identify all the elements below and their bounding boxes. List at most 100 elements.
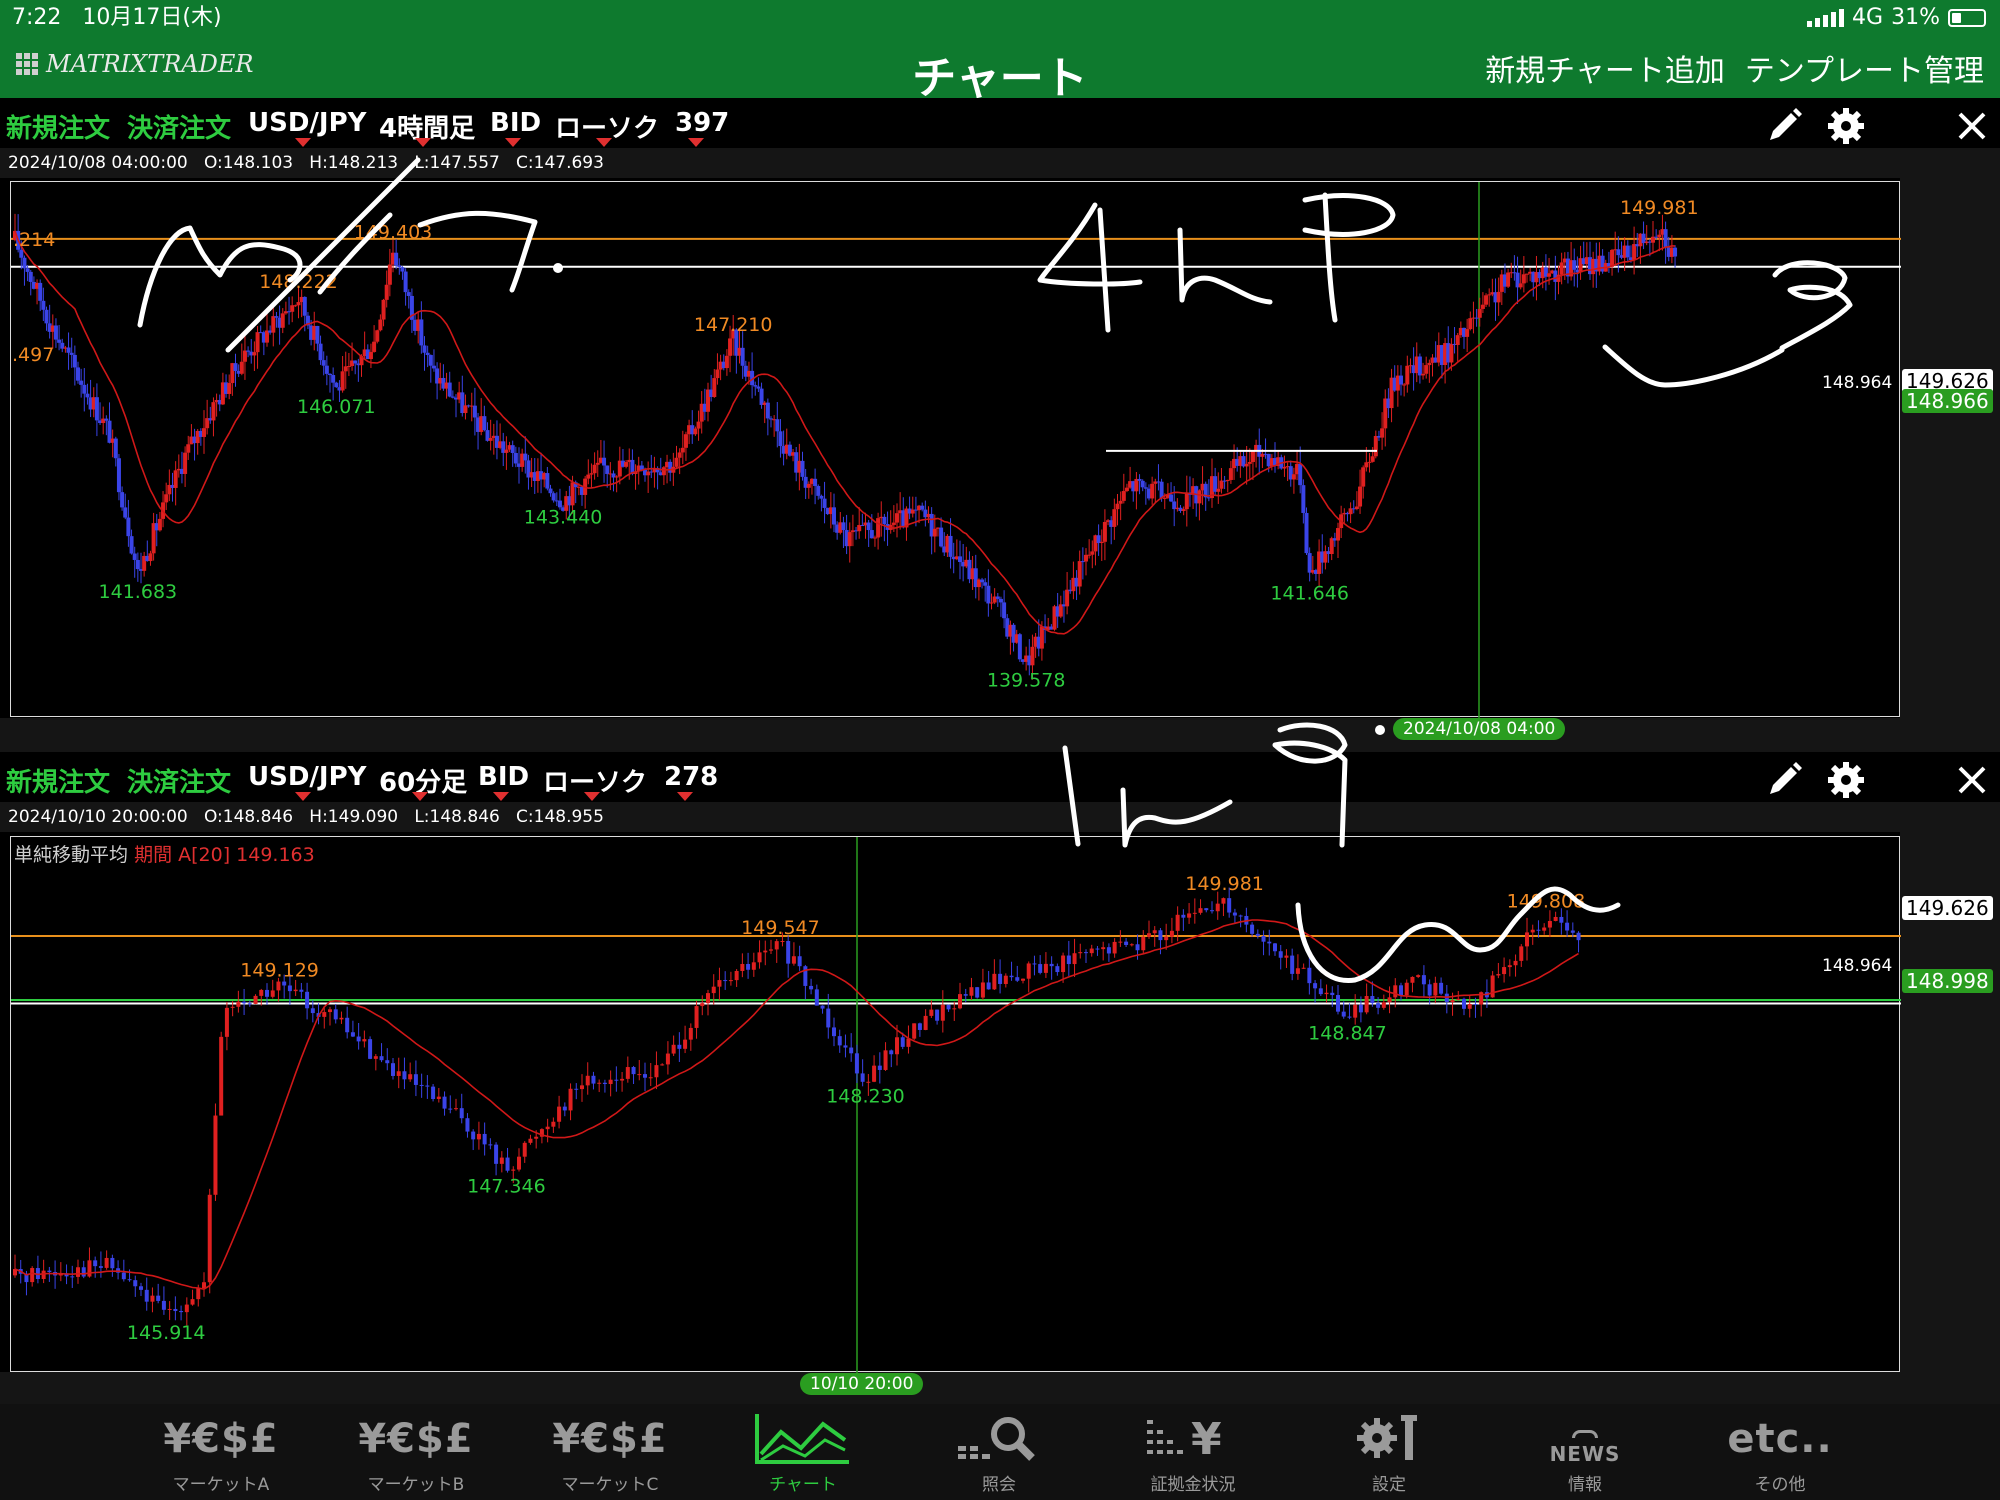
candle-body: [129, 536, 134, 554]
candle-body: [891, 522, 896, 525]
candle-body: [1140, 480, 1145, 488]
candle-body: [482, 416, 487, 431]
price-type-dropdown-icon: [505, 138, 521, 147]
settle-order-button[interactable]: 決済注文: [127, 108, 231, 145]
candle-body: [282, 981, 287, 986]
candle-body: [1570, 930, 1575, 933]
candle-body: [1572, 260, 1577, 270]
candle-body: [1077, 561, 1082, 587]
candle-body: [980, 579, 985, 583]
candle-body: [413, 1074, 418, 1085]
pair-selector[interactable]: USD/JPY: [248, 762, 366, 792]
bar-count-selector[interactable]: 278: [664, 762, 718, 792]
candle-body: [696, 421, 701, 429]
settings-gear-icon[interactable]: [1826, 106, 1866, 146]
bottom-ohlc-info: 2024/10/10 20:00:00 O:148.846 H:149.090 …: [0, 802, 2000, 832]
candle-body: [1301, 485, 1306, 513]
candle-body: [110, 1257, 115, 1269]
candle-body: [1521, 274, 1526, 284]
candle-body: [1273, 943, 1277, 952]
bottom-chart-area[interactable]: 149.129 149.547 149.981 149.808 145.914 147.3…: [10, 836, 1901, 1373]
tab-inquiry[interactable]: 照会: [924, 1410, 1074, 1495]
pair-selector[interactable]: USD/JPY: [248, 108, 366, 138]
candle-body: [148, 553, 153, 562]
tab-margin-status[interactable]: ¥ 証拠金状況: [1118, 1410, 1268, 1495]
candle-body: [1663, 229, 1668, 248]
candle-body: [1632, 244, 1637, 260]
candle-body: [1480, 304, 1485, 309]
candle-body: [1043, 963, 1048, 973]
candle-body: [712, 378, 717, 397]
candle-body: [1232, 912, 1237, 916]
tab-other[interactable]: etc.. その他: [1705, 1410, 1855, 1495]
candle-body: [447, 382, 452, 397]
candle-body: [1238, 915, 1243, 917]
candle-body: [998, 598, 1003, 603]
candle-body: [280, 313, 285, 328]
close-icon[interactable]: [1952, 106, 1992, 146]
bottom-cursor-time-label: 10/10 20:00: [800, 1373, 924, 1395]
candle-body: [1175, 914, 1180, 931]
candle-body: [1336, 528, 1340, 541]
candle-body: [932, 528, 937, 537]
candle-body: [1009, 975, 1014, 978]
low-price-label: 146.071: [297, 396, 376, 418]
candle-body: [387, 264, 392, 285]
candle-body: [958, 556, 962, 562]
candle-body: [1112, 509, 1117, 527]
tab-settings[interactable]: 設定: [1314, 1410, 1464, 1495]
settings-gear-icon[interactable]: [1826, 760, 1866, 800]
tab-market-a[interactable]: ¥€$£ マーケットA: [146, 1410, 296, 1495]
candle-body: [605, 465, 610, 474]
candle-body: [786, 940, 791, 964]
candle-body: [1404, 982, 1409, 996]
candle-body: [1152, 930, 1157, 934]
top-candlestick-chart[interactable]: 149.403 148.222 147.210 146.497 149.981 141.6…: [11, 182, 1901, 718]
candle-body: [1147, 933, 1151, 937]
bar-count-dropdown-icon: [677, 792, 693, 801]
tab-news[interactable]: NEWS 情報: [1510, 1410, 1660, 1495]
candle-body: [431, 365, 436, 369]
candle-body: [1215, 903, 1220, 912]
new-order-button[interactable]: 新規注文: [6, 108, 110, 145]
tab-market-b[interactable]: ¥€$£ マーケットB: [341, 1410, 491, 1495]
add-chart-button[interactable]: 新規チャート追加: [1485, 46, 1725, 90]
candle-body: [173, 1308, 178, 1312]
candle-body: [1124, 941, 1129, 945]
price-type-selector[interactable]: BID: [490, 108, 541, 138]
candle-body: [1367, 461, 1372, 463]
candle-body: [66, 347, 71, 353]
price-type-selector[interactable]: BID: [478, 762, 529, 792]
bottom-candlestick-chart[interactable]: 149.129 149.547 149.981 149.808 145.914 147.3…: [11, 837, 1901, 1373]
candle-body: [1439, 982, 1444, 994]
tab-market-c[interactable]: ¥€$£ マーケットC: [535, 1410, 685, 1495]
settle-order-button[interactable]: 決済注文: [127, 762, 231, 799]
candle-body: [196, 1288, 201, 1300]
candle-body: [895, 513, 899, 523]
draw-pencil-icon[interactable]: [1764, 106, 1804, 146]
tab-chart[interactable]: チャート: [728, 1410, 878, 1495]
candle-body: [436, 1096, 441, 1100]
bar-count-selector[interactable]: 397: [675, 108, 729, 138]
high-price-label: 149.547: [741, 917, 820, 939]
candle-body: [780, 940, 785, 942]
candle-body: [186, 444, 191, 453]
candle-body: [350, 1032, 355, 1037]
candle-body: [1137, 478, 1142, 481]
draw-pencil-icon[interactable]: [1764, 760, 1804, 800]
new-order-button[interactable]: 新規注文: [6, 762, 110, 799]
candle-body: [1456, 998, 1461, 1001]
candle-body: [591, 1075, 596, 1084]
candle-body: [233, 363, 238, 371]
candle-body: [1542, 927, 1547, 931]
candle-body: [1181, 914, 1186, 918]
top-bid-price-label: 148.966: [1902, 389, 1993, 413]
top-chart-area[interactable]: 149.403 148.222 147.210 146.497 149.981 141.6…: [10, 181, 1901, 718]
candle-body: [837, 1036, 842, 1046]
template-manage-button[interactable]: テンプレート管理: [1745, 46, 1984, 90]
candle-body: [975, 987, 980, 998]
candle-body: [144, 1289, 149, 1302]
close-icon[interactable]: [1952, 760, 1992, 800]
candle-body: [740, 347, 745, 366]
candle-body: [819, 495, 824, 499]
